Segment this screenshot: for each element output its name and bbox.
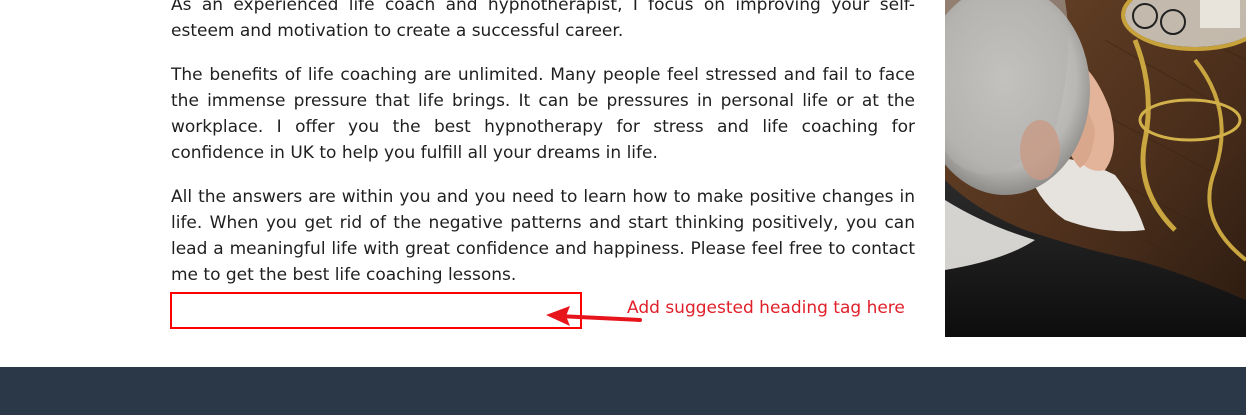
- coaching-session-photo: [945, 0, 1246, 337]
- article-paragraph-1: As an experienced life coach and hypnoth…: [171, 0, 915, 41]
- site-footer: [0, 367, 1246, 415]
- heading-placeholder-box: [170, 292, 582, 329]
- article-paragraph-2: The benefits of life coaching are unlimi…: [171, 65, 915, 163]
- article-content: As an experienced life coach and hypnoth…: [171, 0, 915, 306]
- article-paragraph-3: All the answers are within you and you n…: [171, 187, 915, 285]
- page: As an experienced life coach and hypnoth…: [0, 0, 1246, 415]
- annotation-label: Add suggested heading tag here: [627, 298, 905, 318]
- photo-illustration: [945, 0, 1246, 337]
